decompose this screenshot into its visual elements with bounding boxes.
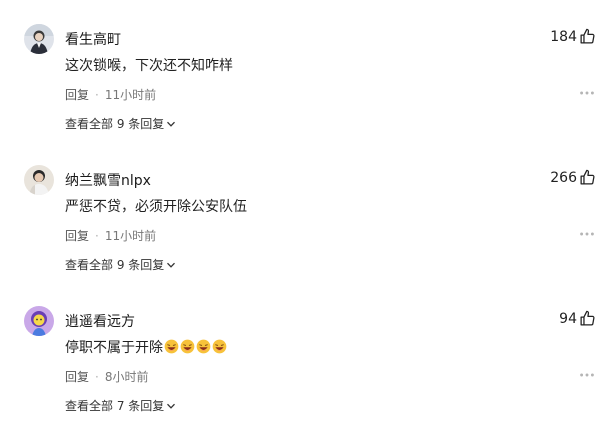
username[interactable]: 看生高町	[65, 29, 121, 49]
chevron-down-icon	[167, 262, 176, 268]
reply-button[interactable]: 回复	[65, 368, 89, 385]
comment-text: 这次锁喉，下次还不知咋样	[65, 58, 233, 74]
comment-item: 逍遥看远方 94 停职不属于开除 回复 · 8小时前 查看全部 7 条回复	[0, 306, 603, 446]
avatar[interactable]	[24, 306, 54, 336]
comment-text: 严惩不贷，必须开除公安队伍	[65, 199, 247, 215]
laughing-face-emoji-icon	[180, 339, 195, 354]
like-button[interactable]: 94	[559, 310, 596, 327]
avatar[interactable]	[24, 24, 54, 54]
meta-separator: ·	[95, 87, 99, 102]
view-replies-button[interactable]: 查看全部 9 条回复	[65, 115, 176, 132]
laughing-face-emoji-icon	[196, 339, 211, 354]
user-avatar-image	[24, 165, 54, 195]
like-count: 266	[550, 169, 577, 186]
user-avatar-image	[24, 24, 54, 54]
laughing-face-emoji-icon	[164, 339, 179, 354]
chevron-down-icon	[167, 403, 176, 409]
comment-item: 纳兰飘雪nlpx 266 严惩不贷，必须开除公安队伍 回复 · 11小时前 查看…	[0, 165, 603, 305]
like-button[interactable]: 184	[550, 28, 596, 45]
comment-meta: 回复 · 8小时前	[65, 368, 148, 385]
thumbs-up-icon[interactable]	[579, 28, 596, 45]
view-replies-label: 查看全部 9 条回复	[65, 117, 165, 131]
reply-button[interactable]: 回复	[65, 227, 89, 244]
more-options-icon[interactable]	[578, 225, 596, 243]
emoji-row	[163, 339, 227, 356]
timestamp: 11小时前	[104, 229, 157, 243]
comment-text: 停职不属于开除	[65, 337, 227, 357]
meta-separator: ·	[95, 228, 99, 243]
meta-separator: ·	[95, 369, 99, 384]
like-count: 184	[550, 28, 577, 45]
more-options-icon[interactable]	[578, 84, 596, 102]
view-replies-button[interactable]: 查看全部 9 条回复	[65, 256, 176, 273]
thumbs-up-icon[interactable]	[579, 310, 596, 327]
laughing-face-emoji-icon	[212, 339, 227, 354]
username[interactable]: 纳兰飘雪nlpx	[65, 170, 151, 190]
view-replies-button[interactable]: 查看全部 7 条回复	[65, 397, 176, 414]
avatar[interactable]	[24, 165, 54, 195]
reply-button[interactable]: 回复	[65, 86, 89, 103]
view-replies-label: 查看全部 9 条回复	[65, 258, 165, 272]
more-options-icon[interactable]	[578, 366, 596, 384]
like-button[interactable]: 266	[550, 169, 596, 186]
comment-text-body: 停职不属于开除	[65, 340, 163, 356]
user-avatar-image	[24, 306, 54, 336]
comment-meta: 回复 · 11小时前	[65, 227, 156, 244]
like-count: 94	[559, 310, 577, 327]
chevron-down-icon	[167, 121, 176, 127]
username[interactable]: 逍遥看远方	[65, 311, 135, 331]
timestamp: 11小时前	[104, 88, 157, 102]
comment-item: 看生高町 184 这次锁喉，下次还不知咋样 回复 · 11小时前 查看全部 9 …	[0, 24, 603, 164]
timestamp: 8小时前	[104, 370, 149, 384]
comment-meta: 回复 · 11小时前	[65, 86, 156, 103]
view-replies-label: 查看全部 7 条回复	[65, 399, 165, 413]
thumbs-up-icon[interactable]	[579, 169, 596, 186]
